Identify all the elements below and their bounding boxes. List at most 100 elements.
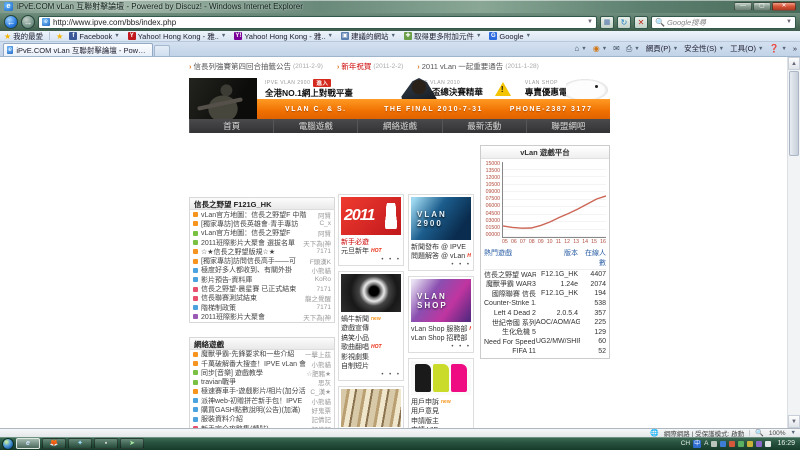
minimize-button[interactable]: — (734, 2, 752, 11)
close-button[interactable]: ✕ (772, 2, 796, 11)
thread-row[interactable]: ☆★信長之野望版規☆★ 7171 (190, 247, 334, 256)
scroll-up-arrow[interactable]: ▲ (788, 57, 800, 70)
stop-button[interactable]: ✕ (634, 16, 648, 29)
thread-row[interactable]: 購買GASH點數說明(公告)(加滿) 好鬼票 (190, 405, 334, 414)
tile-2900-image[interactable]: VLAN 2900 (411, 197, 471, 240)
notice-link[interactable]: › 信長列強賽第四回合抽籤公告 (2011-2-9) (189, 61, 323, 72)
more-dots-icon[interactable]: • • • (411, 343, 471, 350)
game-row[interactable]: Left 4 Dead 2 2.0.5.4 357 (484, 308, 606, 318)
read-mail-button[interactable]: ✉ (613, 44, 620, 53)
enter-button[interactable]: 進入 (313, 79, 331, 87)
new-tab-button[interactable] (154, 45, 170, 56)
thread-row[interactable]: 極速賽車手-遊戲影片/相片(加分活 C_漢★ (190, 387, 334, 396)
thread-row[interactable]: travian戰爭 思灰 (190, 377, 334, 386)
maximize-button[interactable]: ▢ (753, 2, 771, 11)
nav-item[interactable]: 聯盟網吧 (526, 119, 610, 133)
tile-link[interactable]: 用戶申訴 new (411, 397, 471, 407)
tray-icon[interactable] (738, 441, 744, 447)
thread-row[interactable]: 派神web-初贈拼芒新手包！IPVE 小熊貓 (190, 396, 334, 405)
nav-item[interactable]: 首頁 (189, 119, 273, 133)
tray-icon[interactable] (711, 441, 717, 447)
favorites-bar-item[interactable]: ✚ 取得更多附加元件 ▼ (404, 31, 481, 42)
top-banner[interactable]: IPVE VLAN 2900 進入 全港NO.1網上對戰平臺 IPVE VLAN… (189, 78, 610, 119)
tile-link[interactable]: 元旦新年 HOT (341, 247, 401, 257)
forward-button[interactable]: → (21, 15, 35, 29)
thread-row[interactable]: 同步[音樂] 遊戲教學 ☆肥豬★ (190, 368, 334, 377)
taskbar-app-button[interactable]: ▪ (94, 438, 118, 449)
scrollbar-thumb[interactable] (789, 71, 799, 156)
home-button[interactable]: ⌂▼ (574, 44, 586, 53)
more-dots-icon[interactable]: • • • (341, 256, 401, 263)
tools-menu-button[interactable]: 工具(O)▼ (730, 43, 763, 54)
feeds-button[interactable]: ◉▼ (593, 44, 607, 53)
tile-link[interactable]: 影視劇集 (341, 352, 401, 362)
thread-row[interactable]: 信長之野望-晨星賽 已正式結束 7171 (190, 284, 334, 293)
taskbar-app2-button[interactable]: ➤ (120, 438, 144, 449)
search-dropdown-icon[interactable]: ▼ (786, 19, 792, 25)
favorites-button[interactable]: ★ 我的最愛 (4, 31, 43, 42)
thread-row[interactable]: [獨家專訪]信長英雄會·青手專訪 C_x (190, 219, 334, 228)
zoom-level[interactable]: 100% (769, 430, 786, 437)
thread-row[interactable]: 2011班際影片大聚會 選拔名單 天下為|神 (190, 238, 334, 247)
thread-row[interactable]: 影片預告-資料庫 KoRo (190, 275, 334, 284)
more-dots-icon[interactable]: • • • (341, 371, 401, 378)
back-button[interactable]: ← (4, 15, 18, 29)
thread-row[interactable]: 千萬破解番大搜查！IPVE vLan 會 小熊貓 (190, 359, 334, 368)
tile-link[interactable]: 用戶意見 (411, 407, 471, 417)
game-row[interactable]: 魔獸爭霸 WAR3 1.24e 2074 (484, 280, 606, 290)
tile-link[interactable]: 新手必遊 (341, 237, 401, 247)
zoom-dropdown-icon[interactable]: ▼ (791, 430, 796, 436)
game-row[interactable]: 生化危機 5 129 (484, 328, 606, 338)
tile-link[interactable]: vLan Shop 招聘部 (411, 334, 471, 344)
col-header-game[interactable]: 熱門遊戲 (484, 248, 536, 268)
safety-menu-button[interactable]: 安全性(S)▼ (684, 43, 724, 54)
help-button[interactable]: ❓▼ (769, 44, 786, 53)
game-row[interactable]: 世紀帝國 系列 AOC/AOM/AGE3 225 (484, 318, 606, 328)
thread-row[interactable]: 階梯制政策 7171 (190, 303, 334, 312)
thread-row[interactable]: 魔獸爭霸-先鋒要求和一些介紹 一擊上茲 (190, 350, 334, 359)
nav-item[interactable]: 最新活動 (442, 119, 526, 133)
add-favorite-button[interactable]: ★ (56, 32, 63, 41)
tile-eye-image[interactable] (341, 274, 401, 312)
favorites-bar-item[interactable]: f Facebook ▼ (69, 32, 119, 41)
tray-icon[interactable] (729, 441, 735, 447)
tray-icon[interactable] (720, 441, 726, 447)
tile-shop-image[interactable]: VLAN SHOP (411, 279, 471, 322)
active-tab[interactable]: e iPvE.COM vLan 互聯射擊論壇 - Powered by Dis.… (3, 43, 153, 56)
game-row[interactable]: Need For Speed 系列 UG2/MW/SHIFT 60 (484, 337, 606, 347)
taskbar-ie-button[interactable]: e (16, 438, 40, 449)
thread-row[interactable]: vLan官方地圖：信長之野望F 中階 阿賢 (190, 210, 334, 219)
tile-link[interactable]: 搞笑小品 (341, 333, 401, 343)
tile-books-image[interactable] (341, 389, 401, 427)
more-dots-icon[interactable]: • • • (411, 261, 471, 268)
game-row[interactable]: 信長之野望 WAR3 F12.1G_HK 4407 (484, 270, 606, 280)
vertical-scrollbar[interactable]: ▲ ▼ (787, 57, 800, 428)
col-header-online[interactable]: 在線人數 (580, 248, 606, 268)
tray-icon[interactable] (747, 441, 753, 447)
taskbar-firefox-button[interactable]: 🦊 (42, 438, 66, 449)
page-menu-button[interactable]: 網頁(P)▼ (646, 43, 678, 54)
favorites-bar-item[interactable]: G Google ▼ (489, 32, 531, 41)
search-input[interactable]: 🔍 Google搜尋 ▼ (651, 16, 796, 29)
thread-row[interactable]: [獨家專訪]訪問信長高手——可 F頭漢K (190, 256, 334, 265)
tile-link[interactable]: 問題解答 @ vLan HOT (411, 252, 471, 262)
tray-icon[interactable] (756, 441, 762, 447)
tile-link[interactable]: 新聞發布 @ IPVE (411, 242, 471, 252)
favorites-bar-item[interactable]: Y Yahoo! Hong Kong - 雅.. ▼ (128, 31, 227, 42)
ime-alpha-indicator[interactable]: A (704, 440, 708, 447)
favorites-bar-item[interactable]: Y! Yahoo! Hong Kong - 雅.. ▼ (234, 31, 333, 42)
tile-link[interactable]: 蝸牛新聞 new (341, 314, 401, 324)
thread-row[interactable]: 2011班際影片大聚會 天下為|神 (190, 312, 334, 321)
ime-mode-indicator[interactable]: 中 (693, 440, 701, 448)
tile-cards-image[interactable] (411, 361, 471, 395)
tile-link[interactable]: 歌曲翻唱 HOT (341, 343, 401, 353)
url-text[interactable]: http://www.ipve.com/bbs/index.php (53, 18, 584, 27)
address-input[interactable]: e http://www.ipve.com/bbs/index.php ▼ (38, 16, 597, 29)
refresh-button[interactable]: ↻ (617, 16, 631, 29)
start-button[interactable] (2, 438, 14, 450)
favorites-bar-item[interactable]: ▣ 建議的網站 ▼ (341, 31, 396, 42)
print-button[interactable]: ⎙▼ (626, 44, 640, 54)
taskbar-messenger-button[interactable]: ✦ (68, 438, 92, 449)
thread-row[interactable]: 信長聯賽測試結束 龍之覺醒 (190, 294, 334, 303)
notice-link[interactable]: › 2011 vLan 一起重要通告 (2011-1-28) (417, 61, 539, 72)
